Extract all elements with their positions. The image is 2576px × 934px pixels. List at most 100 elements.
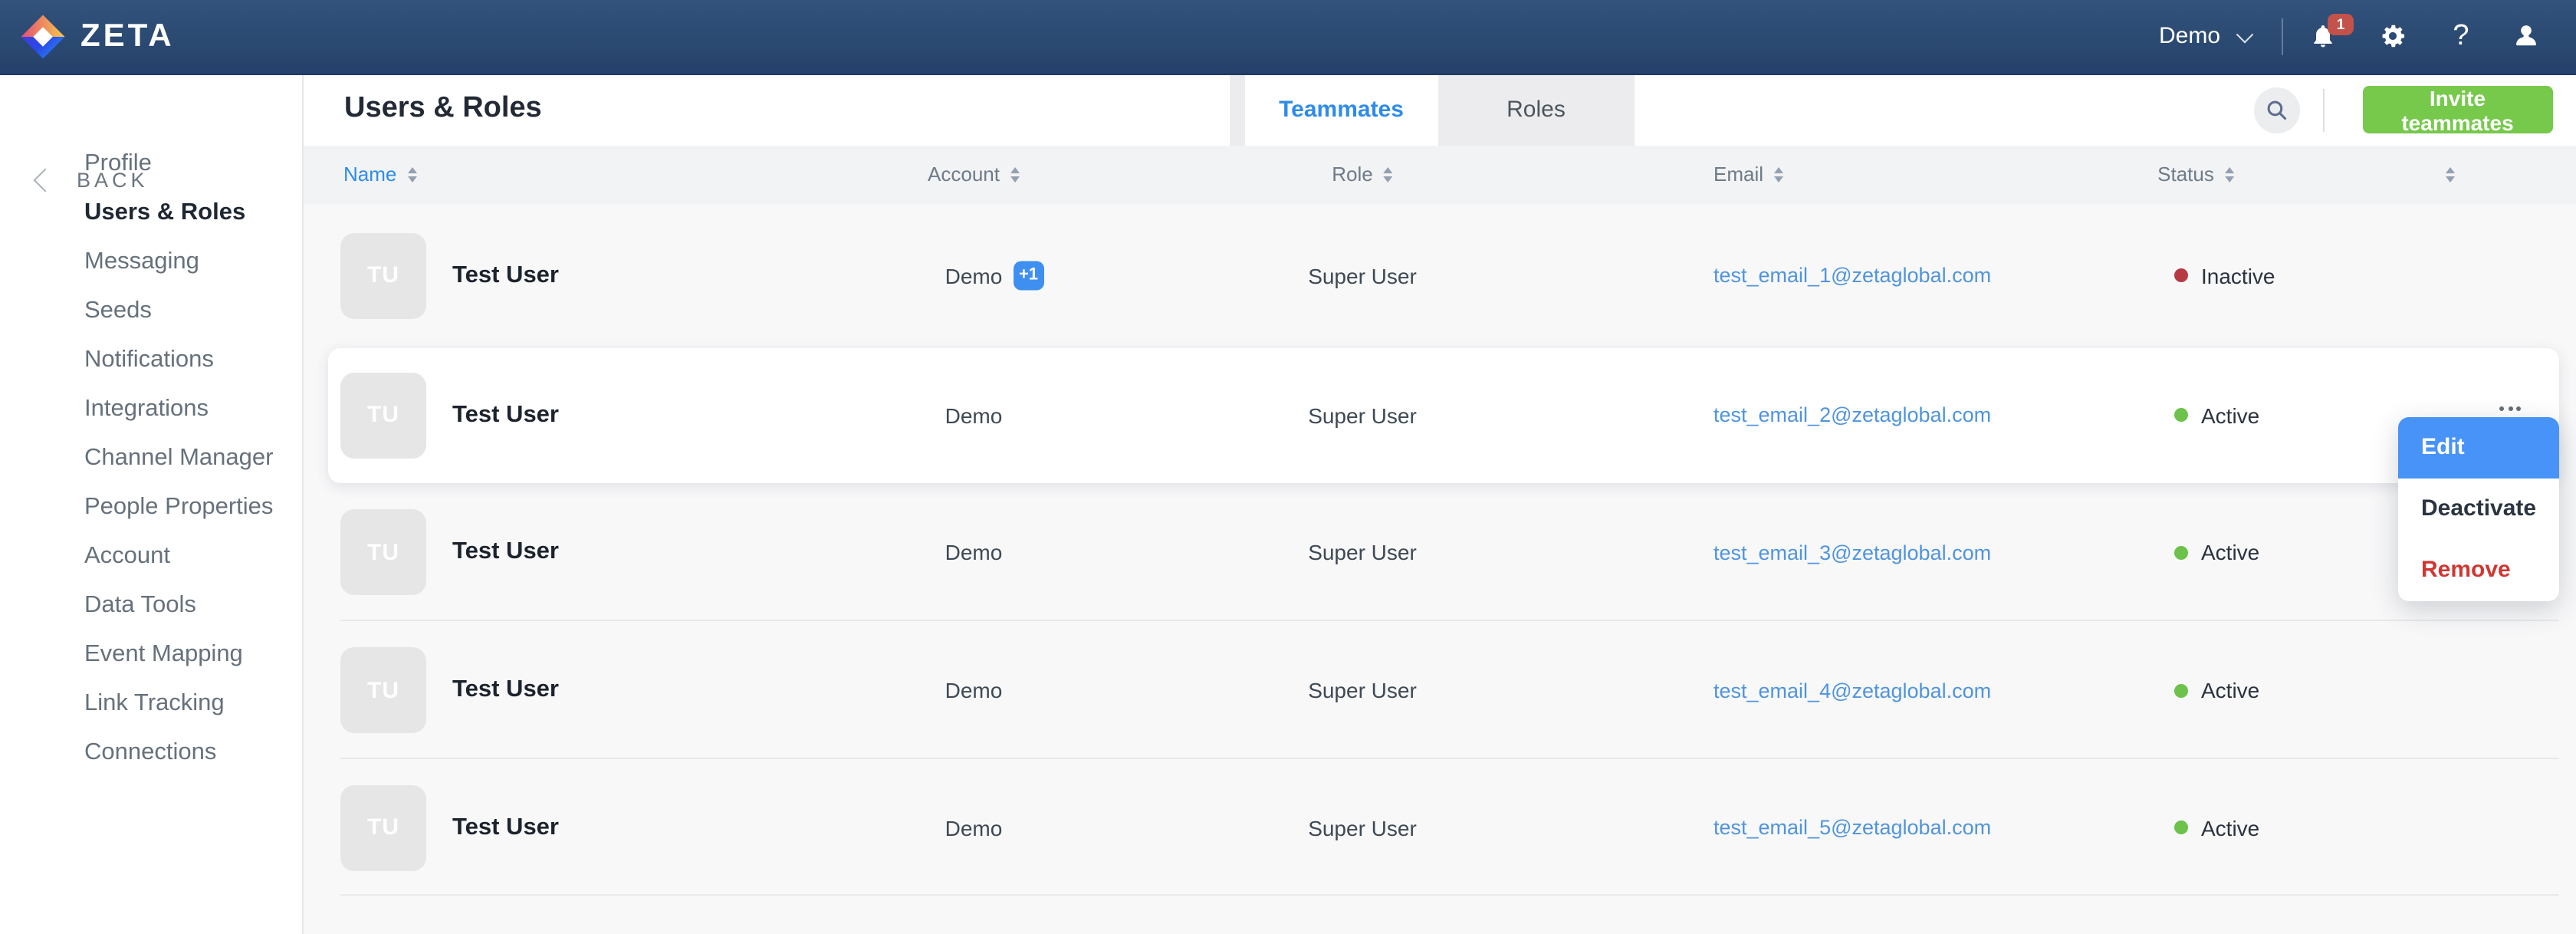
sidebar-item-event-mapping[interactable]: Event Mapping <box>0 630 301 679</box>
sidebar-item-link-tracking[interactable]: Link Tracking <box>0 679 301 728</box>
search-icon <box>2264 97 2288 122</box>
status-dot-icon <box>2174 545 2188 559</box>
tab-bar: Teammates Roles <box>1230 73 1635 146</box>
account-switcher[interactable]: Demo <box>2159 0 2251 73</box>
email-link[interactable]: test_email_1@zetaglobal.com <box>1714 203 1991 347</box>
account-plus-badge[interactable]: +1 <box>1014 261 1043 291</box>
column-header-actions[interactable] <box>2445 146 2454 203</box>
column-header-name[interactable]: Name <box>343 146 416 203</box>
context-menu-item-deactivate[interactable]: Deactivate <box>2398 478 2559 539</box>
cell-account: Demo <box>945 759 1003 896</box>
row-context-menu: EditDeactivateRemove <box>2398 416 2559 600</box>
cell-status: Active <box>2174 483 2259 621</box>
row-actions-ellipsis-icon[interactable] <box>2499 406 2521 411</box>
table-row[interactable]: TU Test User Demo +1 Super User test_ema… <box>303 203 2576 347</box>
cell-name: Test User <box>452 347 559 483</box>
notification-count-badge: 1 <box>2328 14 2354 35</box>
cell-role: Super User <box>1308 347 1417 483</box>
sidebar-item-notifications[interactable]: Notifications <box>0 336 301 385</box>
column-header-account[interactable]: Account <box>928 146 1020 203</box>
table-row[interactable]: TU Test User Demo Super User test_email_… <box>303 483 2576 621</box>
status-label: Active <box>2201 815 2259 840</box>
brand-name: ZETA <box>80 18 175 55</box>
sidebar-item-label: Channel Manager <box>84 445 273 472</box>
settings-button[interactable] <box>2375 0 2409 73</box>
sort-arrows-icon <box>2225 166 2234 183</box>
cell-name: Test User <box>452 621 559 759</box>
sidebar-item-label: Event Mapping <box>84 641 243 669</box>
help-button[interactable]: ? <box>2447 0 2475 73</box>
tab-roles[interactable]: Roles <box>1438 73 1635 146</box>
page-title: Users & Roles <box>344 73 542 146</box>
cell-name: Test User <box>452 759 559 896</box>
cell-account: Demo <box>945 347 1003 483</box>
sidebar-item-label: Integrations <box>84 396 209 423</box>
cell-account: Demo <box>945 621 1003 759</box>
sidebar-item-label: Seeds <box>84 298 152 325</box>
app: ZETA Demo 1 ? <box>0 0 2576 934</box>
status-label: Active <box>2201 403 2259 428</box>
table-row[interactable]: TU Test User Demo Super User test_email_… <box>303 621 2576 759</box>
cell-status: Active <box>2174 621 2259 759</box>
email-link[interactable]: test_email_3@zetaglobal.com <box>1714 483 1991 621</box>
sidebar-item-label: Account <box>84 543 170 571</box>
main-content: Users & Roles Teammates Roles Invite tea… <box>303 73 2576 934</box>
table-row[interactable]: TU Test User Demo Super User test_email_… <box>303 347 2576 483</box>
cell-account: Demo <box>945 203 1003 347</box>
avatar: TU <box>340 232 426 318</box>
cell-status: Active <box>2174 347 2259 483</box>
user-menu-button[interactable] <box>2509 0 2542 73</box>
cell-role: Super User <box>1308 759 1417 896</box>
sort-arrows-icon <box>1384 166 1393 183</box>
sidebar-item-integrations[interactable]: Integrations <box>0 385 301 434</box>
brand-logo[interactable]: ZETA <box>19 0 175 73</box>
page-header: Users & Roles Teammates Roles Invite tea… <box>303 73 2576 146</box>
sort-arrows-icon <box>1774 166 1783 183</box>
sidebar-item-data-tools[interactable]: Data Tools <box>0 581 301 630</box>
tab-teammates[interactable]: Teammates <box>1245 73 1438 146</box>
cell-role: Super User <box>1308 621 1417 759</box>
cell-account: Demo <box>945 483 1003 621</box>
sidebar-item-label: Link Tracking <box>84 690 225 718</box>
search-button[interactable] <box>2253 87 2299 133</box>
column-header-role[interactable]: Role <box>1332 146 1393 203</box>
status-label: Active <box>2201 540 2259 564</box>
context-menu-item-edit[interactable]: Edit <box>2398 416 2559 478</box>
sidebar-item-account[interactable]: Account <box>0 532 301 581</box>
status-dot-icon <box>2174 268 2188 282</box>
tab-teammates-label: Teammates <box>1279 97 1404 123</box>
email-link[interactable]: test_email_4@zetaglobal.com <box>1714 621 1991 759</box>
sidebar-item-seeds[interactable]: Seeds <box>0 287 301 336</box>
sidebar-item-label: Connections <box>84 739 216 767</box>
email-link[interactable]: test_email_2@zetaglobal.com <box>1714 347 1991 483</box>
question-mark-icon: ? <box>2453 20 2469 54</box>
notifications-button[interactable]: 1 <box>2306 0 2340 73</box>
email-link[interactable]: test_email_5@zetaglobal.com <box>1714 759 1991 896</box>
sort-arrows-icon <box>2445 166 2454 183</box>
sidebar-item-users-roles[interactable]: Users & Roles <box>0 189 301 238</box>
cell-status: Active <box>2174 759 2259 896</box>
status-dot-icon <box>2174 683 2188 697</box>
status-dot-icon <box>2174 821 2188 834</box>
sidebar-nav: Profile Users & Roles Messaging Seeds No… <box>0 140 301 778</box>
tab-roles-label: Roles <box>1506 97 1566 123</box>
sort-arrows-icon <box>1010 166 1020 183</box>
invite-teammates-button[interactable]: Invite teammates <box>2363 86 2552 133</box>
context-menu-item-remove[interactable]: Remove <box>2398 539 2559 600</box>
sidebar-item-connections[interactable]: Connections <box>0 728 301 778</box>
tab-rail-edge <box>1230 73 1245 146</box>
sidebar-item-channel-manager[interactable]: Channel Manager <box>0 434 301 483</box>
sidebar-item-messaging[interactable]: Messaging <box>0 238 301 287</box>
column-header-status[interactable]: Status <box>2157 146 2234 203</box>
sidebar-item-people-properties[interactable]: People Properties <box>0 483 301 532</box>
sort-arrows-icon <box>407 166 416 183</box>
table-row[interactable]: TU Test User Demo Super User test_email_… <box>303 759 2576 896</box>
sidebar-item-profile[interactable]: Profile <box>0 140 301 189</box>
status-label: Active <box>2201 678 2259 702</box>
cell-role: Super User <box>1308 203 1417 347</box>
sidebar-item-label: Users & Roles <box>84 199 245 227</box>
navbar-divider <box>2282 18 2283 55</box>
chevron-down-icon <box>2236 25 2254 43</box>
header-divider <box>2323 88 2325 131</box>
column-header-email[interactable]: Email <box>1714 146 1783 203</box>
